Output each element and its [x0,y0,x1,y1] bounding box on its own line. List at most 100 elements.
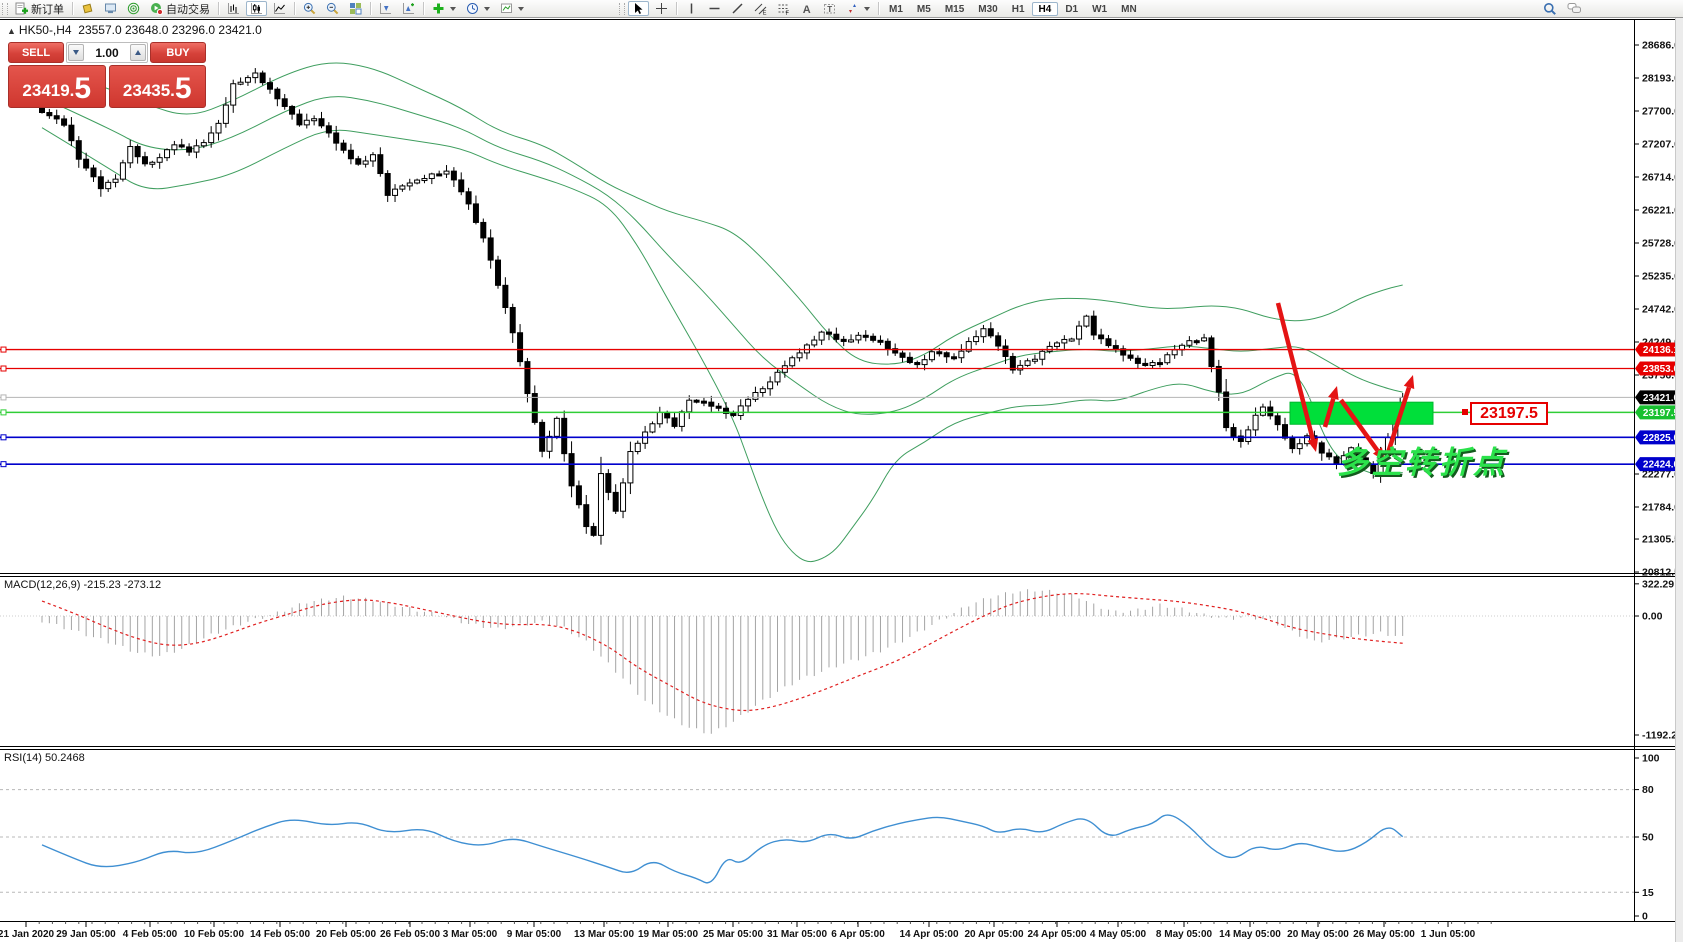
template-icon [500,2,513,15]
bollinger-bands [42,63,1403,562]
indicator-window-icon [379,2,392,15]
clock-icon [466,2,479,15]
signals-button[interactable] [123,1,144,16]
svg-text:19 Mar 05:00: 19 Mar 05:00 [638,929,698,940]
indicator-window-add-icon [402,2,415,15]
toolbar-separator [72,2,73,15]
cursor-button[interactable] [628,1,649,16]
callout-handle[interactable] [1462,409,1468,415]
timeframe-h4[interactable]: H4 [1032,2,1059,16]
add-indicator-button[interactable] [428,1,460,16]
search-button[interactable] [1539,1,1561,16]
one-click-trading-panel: SELL BUY 23419.5 23435.5 [8,42,206,108]
template-button[interactable] [496,1,528,16]
timeframe-m5[interactable]: M5 [910,2,938,16]
chat-button[interactable] [1563,1,1586,16]
fibonacci-button[interactable]: F [773,1,794,16]
triangle-down-icon [73,50,79,55]
support-zone-rect[interactable] [1290,402,1433,424]
market-watch-button[interactable] [100,1,121,16]
sell-price[interactable]: 23419.5 [8,65,106,108]
buy-price[interactable]: 23435.5 [109,65,207,108]
bar-chart-icon [227,2,240,15]
svg-text:29 Jan 05:00: 29 Jan 05:00 [56,929,116,940]
annotation-text[interactable]: 多空转折点 [1337,437,1507,482]
autotrading-button[interactable]: 自动交易 [146,1,214,16]
horizontal-line-button[interactable] [704,1,725,16]
tile-windows-button[interactable] [345,1,366,16]
arrows-button[interactable] [842,1,874,16]
vertical-line-button[interactable] [681,1,702,16]
svg-text:4 May 05:00: 4 May 05:00 [1090,929,1147,940]
timeframe-m30[interactable]: M30 [971,2,1004,16]
line-chart-button[interactable] [269,1,290,16]
toolbar-separator [878,2,879,15]
indicator-window-add-button[interactable] [398,1,419,16]
chat-icon [1567,2,1582,15]
indicator-window-button[interactable] [375,1,396,16]
period-button[interactable] [462,1,494,16]
bar-chart-button[interactable] [223,1,244,16]
svg-text:0: 0 [1642,911,1648,923]
sell-price-pip: 5 [74,74,91,104]
svg-text:15: 15 [1642,887,1654,899]
profiles-button[interactable] [77,1,98,16]
price-callout-box[interactable]: 23197.5 [1470,402,1548,425]
timeframe-m1[interactable]: M1 [882,2,910,16]
timeframe-d1[interactable]: D1 [1058,2,1085,16]
cursor-icon [632,2,645,15]
svg-text:8 May 05:00: 8 May 05:00 [1156,929,1213,940]
chart-title: ▲HK50-,H4 23557.0 23648.0 23296.0 23421.… [7,23,262,37]
window-edge [1675,17,1683,942]
triangle-up-icon [135,50,141,55]
arrows-dropdown[interactable] [864,7,870,11]
svg-text:13 Mar 05:00: 13 Mar 05:00 [574,929,634,940]
buy-price-main: 23435. [123,78,175,104]
period-dropdown[interactable] [484,7,490,11]
trendline-icon [731,2,744,15]
buy-button[interactable]: BUY [150,42,206,63]
profile-cube-icon [81,2,94,15]
volume-decrease-button[interactable] [68,44,84,61]
equidistant-channel-button[interactable]: E [750,1,771,16]
zoom-in-button[interactable] [299,1,320,16]
collapse-icon[interactable]: ▲ [7,26,16,36]
add-indicator-dropdown[interactable] [450,7,456,11]
horizontal-line-icon [708,2,721,15]
svg-text:F: F [786,11,790,15]
volume-increase-button[interactable] [130,44,146,61]
search-icon [1543,2,1557,16]
timeframe-m15[interactable]: M15 [938,2,971,16]
mt4-window: 新订单 自动交易 E F A [0,0,1683,942]
zoom-out-button[interactable] [322,1,343,16]
timeframe-mn[interactable]: MN [1114,2,1144,16]
toolbar-grip[interactable] [2,3,8,15]
svg-text:322.29: 322.29 [1642,578,1674,590]
text-label-button[interactable]: T [819,1,840,16]
crosshair-icon [655,2,668,15]
svg-text:25 Mar 05:00: 25 Mar 05:00 [703,929,763,940]
zoom-in-icon [303,2,316,15]
text-button[interactable]: A [796,1,817,16]
timeframe-w1[interactable]: W1 [1085,2,1114,16]
svg-text:4 Feb 05:00: 4 Feb 05:00 [123,929,178,940]
add-indicator-icon [432,2,445,15]
buy-price-pip: 5 [175,74,192,104]
new-order-button[interactable]: 新订单 [11,1,68,16]
toolbar-separator [676,2,677,15]
vertical-line-icon [685,2,698,15]
trendline-button[interactable] [727,1,748,16]
sell-price-main: 23419. [22,78,74,104]
toolbar-grip[interactable] [619,3,625,15]
svg-text:0.00: 0.00 [1642,611,1663,623]
timeframe-h1[interactable]: H1 [1005,2,1032,16]
zoom-out-icon [326,2,339,15]
crosshair-button[interactable] [651,1,672,16]
time-axis: 21 Jan 202029 Jan 05:004 Feb 05:0010 Feb… [0,922,1491,941]
svg-text:26 Feb 05:00: 26 Feb 05:00 [380,929,440,940]
sell-button[interactable]: SELL [8,42,64,63]
macd-panel [0,589,1634,734]
volume-input[interactable] [85,43,129,62]
template-dropdown[interactable] [518,7,524,11]
candlestick-chart-button[interactable] [246,1,267,16]
